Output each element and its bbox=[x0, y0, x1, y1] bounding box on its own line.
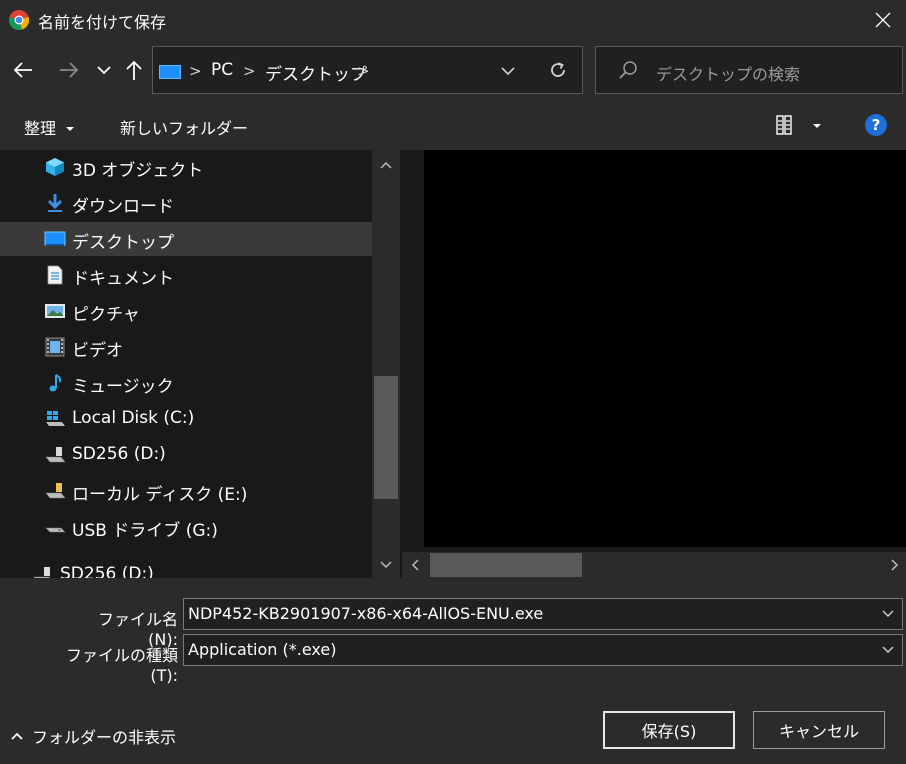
chevron-down-icon[interactable] bbox=[880, 605, 896, 621]
arrow-right-icon bbox=[60, 62, 79, 78]
breadcrumb-desktop[interactable]: デスクトップ bbox=[265, 60, 367, 85]
scrollbar-thumb[interactable] bbox=[374, 376, 398, 499]
sidebar-item-label: SD256 (D:) bbox=[60, 564, 154, 578]
sidebar-item-music[interactable]: ミュージック bbox=[0, 366, 372, 400]
drive-icon bbox=[33, 567, 51, 578]
help-button[interactable]: ? bbox=[865, 114, 887, 136]
new-folder-button[interactable]: 新しいフォルダー bbox=[120, 115, 248, 139]
sidebar-item-desktop[interactable]: デスクトップ bbox=[0, 222, 372, 256]
sidebar-item-local-disk-c[interactable]: Local Disk (C:) bbox=[0, 402, 372, 436]
sidebar-item-local-disk-e[interactable]: ローカル ディスク (E:) bbox=[0, 474, 372, 508]
usb-drive-icon bbox=[45, 527, 66, 533]
address-history-chevron-icon[interactable] bbox=[501, 64, 515, 78]
hide-folders-label: フォルダーの非表示 bbox=[32, 728, 177, 747]
back-button[interactable] bbox=[11, 58, 35, 82]
organize-button[interactable]: 整理 bbox=[24, 115, 75, 139]
sidebar-item-downloads[interactable]: ダウンロード bbox=[0, 186, 372, 220]
organize-label: 整理 bbox=[24, 119, 57, 138]
sidebar-item-usb-g[interactable]: USB ドライブ (G:) bbox=[0, 510, 372, 544]
view-options-icon[interactable] bbox=[776, 114, 798, 136]
chevron-down-icon[interactable] bbox=[880, 641, 896, 657]
filetype-label: ファイルの種類(T): bbox=[65, 646, 178, 685]
sidebar-item-sd256-d-2[interactable]: SD256 (D:) bbox=[0, 558, 360, 578]
view-dropdown-caret-icon[interactable] bbox=[812, 121, 822, 131]
recent-locations-button[interactable] bbox=[92, 58, 116, 82]
forward-button[interactable] bbox=[57, 58, 81, 82]
sidebar-item-videos[interactable]: ビデオ bbox=[0, 330, 372, 364]
address-bar[interactable]: > PC > デスクトップ > bbox=[152, 46, 688, 94]
navigation-bar: > PC > デスクトップ > デスクトップの検索 bbox=[0, 40, 906, 100]
drive-icon bbox=[45, 447, 66, 463]
arrow-up-icon bbox=[126, 60, 142, 80]
up-button[interactable] bbox=[122, 58, 146, 82]
search-box[interactable]: デスクトップの検索 bbox=[595, 46, 903, 94]
sidebar-item-pictures[interactable]: ピクチャ bbox=[0, 294, 372, 328]
preview-pane bbox=[424, 150, 906, 547]
navigation-pane: 3D オブジェクト ダウンロード デスクトップ ドキュメント ピクチャ ビデオ … bbox=[0, 150, 372, 578]
music-icon bbox=[49, 374, 62, 392]
arrow-left-icon bbox=[13, 62, 32, 78]
window-title: 名前を付けて保存 bbox=[38, 13, 167, 32]
horizontal-scrollbar[interactable] bbox=[402, 552, 906, 578]
sidebar-item-3d-objects[interactable]: 3D オブジェクト bbox=[0, 150, 372, 184]
search-icon bbox=[619, 61, 637, 79]
hide-folders-button[interactable]: フォルダーの非表示 bbox=[10, 724, 176, 748]
chrome-icon bbox=[9, 10, 30, 30]
filetype-value: Application (*.exe) bbox=[188, 640, 337, 659]
chevron-up-icon bbox=[11, 732, 23, 740]
documents-icon bbox=[47, 265, 63, 285]
breadcrumb-chevron-icon[interactable]: > bbox=[357, 62, 370, 80]
scroll-right-icon[interactable] bbox=[888, 559, 900, 571]
command-bar: 整理 新しいフォルダー ? bbox=[0, 100, 906, 150]
chevron-down-icon bbox=[97, 66, 111, 75]
save-button[interactable]: 保存(S) bbox=[603, 711, 735, 749]
filename-field[interactable]: NDP452-KB2901907-x86-x64-AllOS-ENU.exe bbox=[183, 598, 903, 630]
sidebar-item-label: ローカル ディスク (E:) bbox=[72, 485, 248, 505]
sidebar-item-label: USB ドライブ (G:) bbox=[72, 521, 218, 541]
sidebar-item-sd256-d[interactable]: SD256 (D:) bbox=[0, 438, 372, 472]
title-bar: 名前を付けて保存 bbox=[0, 0, 906, 40]
download-icon bbox=[47, 194, 63, 212]
sidebar-item-label: Local Disk (C:) bbox=[72, 408, 195, 428]
scroll-up-icon[interactable] bbox=[380, 160, 392, 172]
sidebar-item-label: 3D オブジェクト bbox=[72, 161, 204, 181]
filename-input[interactable]: NDP452-KB2901907-x86-x64-AllOS-ENU.exe bbox=[188, 604, 543, 623]
breadcrumb-chevron-icon: > bbox=[243, 62, 256, 80]
sidebar-item-label: デスクトップ bbox=[72, 233, 174, 253]
scroll-left-icon[interactable] bbox=[410, 559, 422, 571]
close-button[interactable] bbox=[860, 0, 906, 40]
sidebar-item-label: ダウンロード bbox=[72, 197, 174, 217]
videos-icon bbox=[45, 337, 65, 357]
sidebar-item-label: ビデオ bbox=[72, 341, 123, 361]
save-form: ファイル名(N): NDP452-KB2901907-x86-x64-AllOS… bbox=[0, 578, 906, 764]
windows-drive-icon bbox=[46, 411, 65, 426]
cancel-button[interactable]: キャンセル bbox=[753, 711, 885, 749]
search-input[interactable]: デスクトップの検索 bbox=[656, 61, 800, 85]
drive-icon bbox=[45, 483, 66, 499]
scrollbar-thumb[interactable] bbox=[430, 553, 582, 577]
navigation-pane-scrollbar[interactable] bbox=[372, 150, 400, 578]
refresh-icon[interactable] bbox=[549, 61, 567, 79]
pictures-icon bbox=[45, 304, 65, 318]
sidebar-item-label: SD256 (D:) bbox=[72, 444, 166, 464]
filetype-select[interactable]: Application (*.exe) bbox=[183, 634, 903, 666]
desktop-icon bbox=[44, 231, 66, 246]
sidebar-item-documents[interactable]: ドキュメント bbox=[0, 258, 372, 292]
caret-down-icon bbox=[66, 127, 75, 131]
pc-icon bbox=[159, 65, 181, 79]
breadcrumb-pc[interactable]: PC bbox=[211, 60, 233, 80]
close-icon bbox=[875, 12, 891, 28]
scroll-down-icon[interactable] bbox=[380, 558, 392, 570]
sidebar-item-label: ピクチャ bbox=[72, 305, 140, 325]
breadcrumb-chevron-icon: > bbox=[189, 62, 202, 80]
3d-objects-icon bbox=[46, 158, 64, 176]
sidebar-item-label: ミュージック bbox=[72, 377, 174, 397]
sidebar-item-label: ドキュメント bbox=[72, 269, 174, 289]
